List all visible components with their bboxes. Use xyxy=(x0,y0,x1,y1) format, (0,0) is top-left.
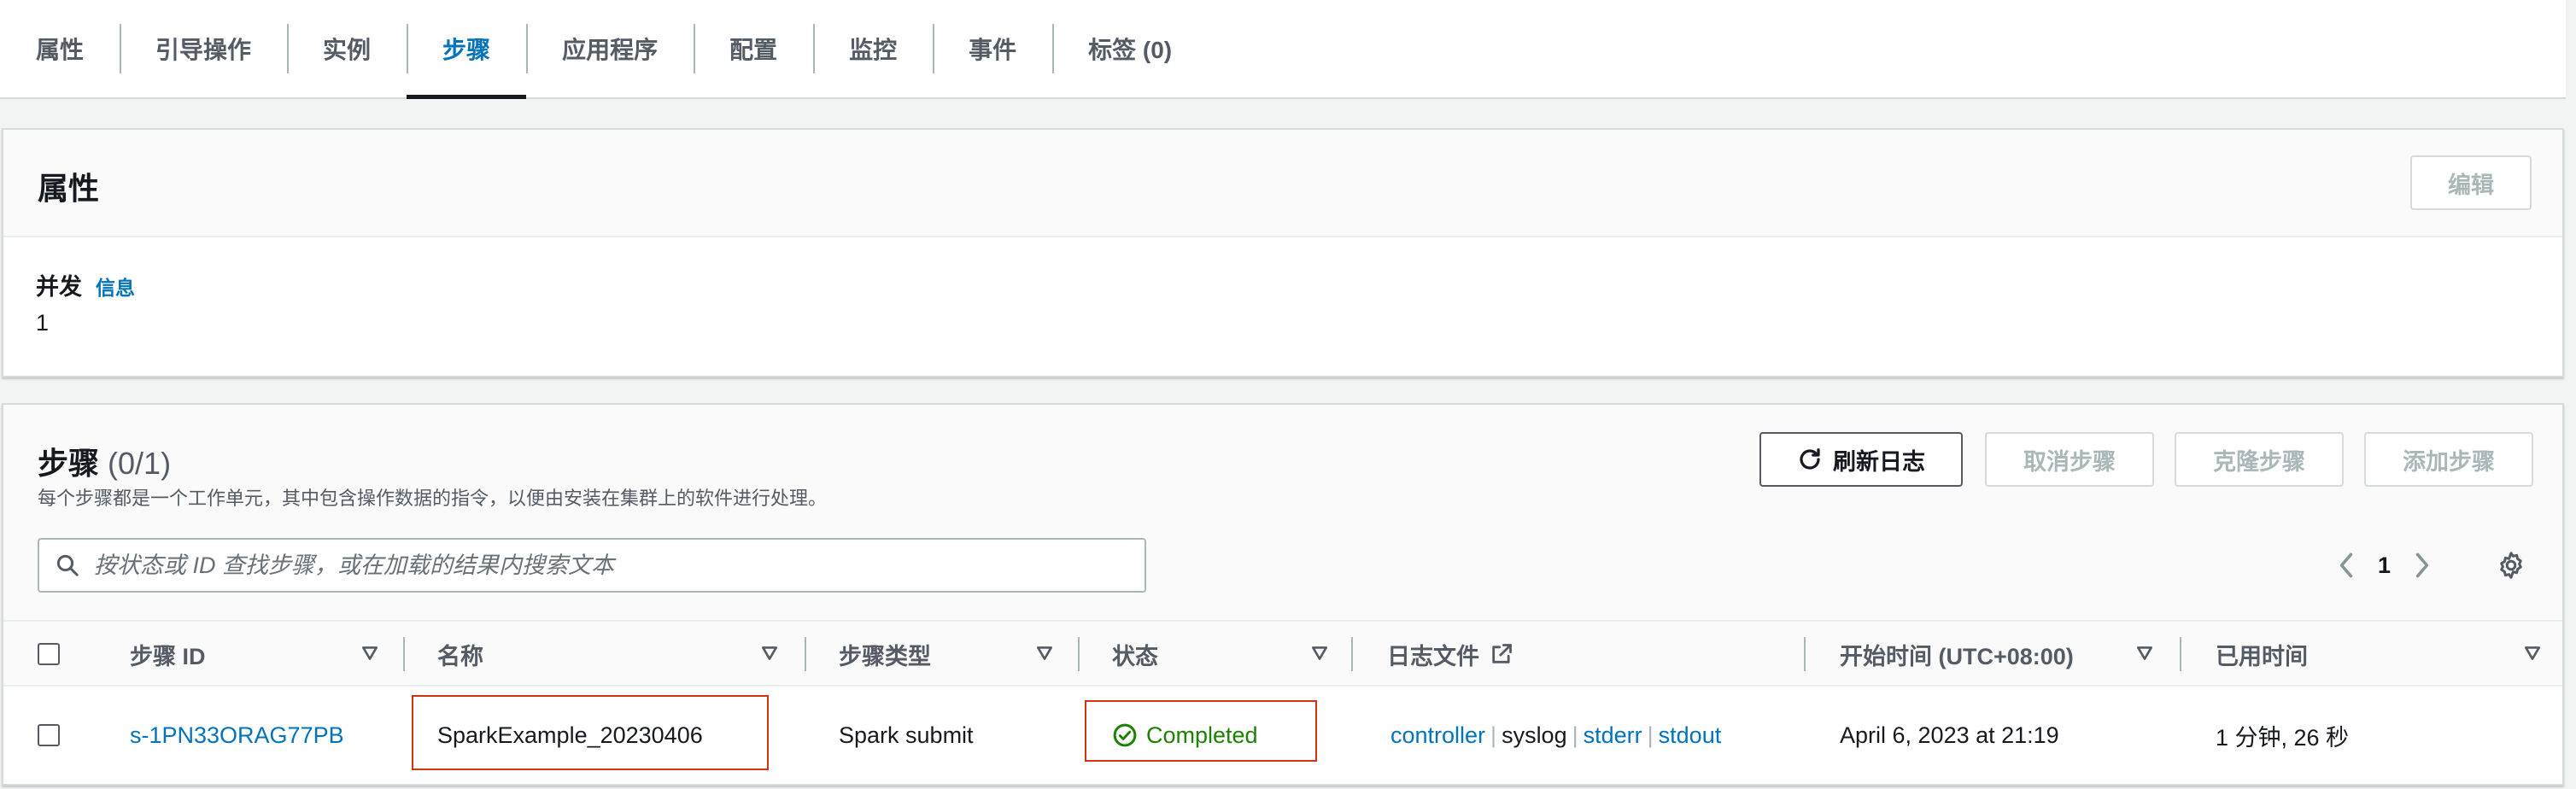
log-separator: | xyxy=(1572,722,1578,748)
tab-tags[interactable]: 标签 (0) xyxy=(1052,0,1208,97)
column-log-files[interactable]: 日志文件 xyxy=(1387,622,1513,687)
clone-step-button[interactable]: 克隆步骤 xyxy=(2175,432,2344,487)
refresh-icon xyxy=(1800,448,1820,470)
sort-icon[interactable] xyxy=(760,644,779,663)
step-type: Spark submit xyxy=(839,722,974,748)
steps-header: 步骤 (0/1) 每个步骤都是一个工作单元，其中包含操作数据的指令，以便由安装在… xyxy=(3,405,2562,620)
properties-panel: 属性 编辑 xyxy=(2,128,2564,377)
column-divider[interactable] xyxy=(1078,637,1080,671)
log-stdout-link[interactable]: stdout xyxy=(1659,722,1722,749)
chevron-right-icon[interactable] xyxy=(2409,550,2435,581)
steps-title: 步骤 (0/1) xyxy=(38,439,171,483)
chevron-left-icon[interactable] xyxy=(2333,550,2359,581)
tab-events[interactable]: 事件 xyxy=(933,0,1052,97)
tab-bootstrap-actions[interactable]: 引导操作 xyxy=(120,0,287,97)
cancel-step-button[interactable]: 取消步骤 xyxy=(1985,432,2154,487)
status-highlight-box xyxy=(1085,700,1317,762)
log-files: controller | syslog | stderr | stdout xyxy=(1390,687,1721,784)
info-link[interactable]: 信息 xyxy=(96,272,135,301)
log-controller-link[interactable]: controller xyxy=(1390,722,1485,749)
step-elapsed-time: 1 分钟, 26 秒 xyxy=(2216,724,2350,751)
tab-configurations[interactable]: 配置 xyxy=(694,0,813,97)
column-name[interactable]: 名称 xyxy=(437,622,483,687)
log-syslog: syslog xyxy=(1502,722,1567,748)
name-highlight-box xyxy=(412,695,769,770)
table-row: s-1PN33ORAG77PB SparkExample_20230406 Sp… xyxy=(3,687,2562,784)
tab-monitoring[interactable]: 监控 xyxy=(813,0,933,97)
pagination: 1 xyxy=(2333,541,2435,589)
sort-icon[interactable] xyxy=(2135,644,2154,663)
search-icon xyxy=(56,554,79,576)
page-number[interactable]: 1 xyxy=(2378,552,2391,579)
refresh-logs-label: 刷新日志 xyxy=(1833,448,1925,475)
tab-instances[interactable]: 实例 xyxy=(287,0,407,97)
concurrency-value: 1 xyxy=(36,310,50,336)
log-separator: | xyxy=(1647,722,1654,748)
steps-title-text: 步骤 xyxy=(38,446,100,481)
column-divider[interactable] xyxy=(805,637,806,671)
select-all-checkbox[interactable] xyxy=(38,643,60,665)
column-divider[interactable] xyxy=(2180,637,2181,671)
row-checkbox[interactable] xyxy=(38,724,60,746)
steps-table-header: 步骤 ID 名称 步骤类型 状态 日志文件 开始时间 (UTC+08:00) 已… xyxy=(3,620,2562,687)
column-step-id[interactable]: 步骤 ID xyxy=(130,622,206,687)
tab-bar: 属性 引导操作 实例 步骤 应用程序 配置 监控 事件 标签 (0) xyxy=(0,0,2566,99)
column-divider[interactable] xyxy=(1804,637,1806,671)
column-divider[interactable] xyxy=(1351,637,1353,671)
log-stderr-link[interactable]: stderr xyxy=(1584,722,1642,749)
edit-button[interactable]: 编辑 xyxy=(2410,155,2532,210)
sort-icon[interactable] xyxy=(2523,644,2542,663)
properties-title: 属性 xyxy=(38,171,100,206)
steps-panel: 步骤 (0/1) 每个步骤都是一个工作单元，其中包含操作数据的指令，以便由安装在… xyxy=(2,403,2564,786)
refresh-logs-button[interactable]: 刷新日志 xyxy=(1759,432,1963,487)
sort-icon[interactable] xyxy=(1035,644,1054,663)
column-start-time[interactable]: 开始时间 (UTC+08:00) xyxy=(1840,622,2074,687)
external-link-icon xyxy=(1492,644,1512,663)
sort-icon[interactable] xyxy=(360,644,379,663)
gear-icon[interactable] xyxy=(2496,550,2526,581)
column-elapsed-time[interactable]: 已用时间 xyxy=(2216,622,2308,687)
tab-steps[interactable]: 步骤 xyxy=(407,0,527,99)
sort-icon[interactable] xyxy=(1310,644,1329,663)
log-separator: | xyxy=(1490,722,1497,748)
tab-applications[interactable]: 应用程序 xyxy=(526,0,694,97)
steps-search[interactable] xyxy=(38,538,1146,593)
tab-properties[interactable]: 属性 xyxy=(0,0,120,97)
concurrency-label: 并发 xyxy=(36,274,82,300)
column-divider[interactable] xyxy=(403,637,405,671)
column-log-files-label: 日志文件 xyxy=(1387,643,1479,669)
column-status[interactable]: 状态 xyxy=(1112,622,1158,687)
step-start-time: April 6, 2023 at 21:19 xyxy=(1840,722,2059,748)
steps-count: (0/1) xyxy=(108,446,172,481)
steps-description: 每个步骤都是一个工作单元，其中包含操作数据的指令，以便由安装在集群上的软件进行处… xyxy=(38,488,828,509)
add-step-button[interactable]: 添加步骤 xyxy=(2364,432,2533,487)
column-step-type[interactable]: 步骤类型 xyxy=(839,622,931,687)
step-id-link[interactable]: s-1PN33ORAG77PB xyxy=(130,687,344,784)
properties-header: 属性 编辑 xyxy=(3,130,2562,237)
search-input[interactable] xyxy=(94,552,1145,579)
